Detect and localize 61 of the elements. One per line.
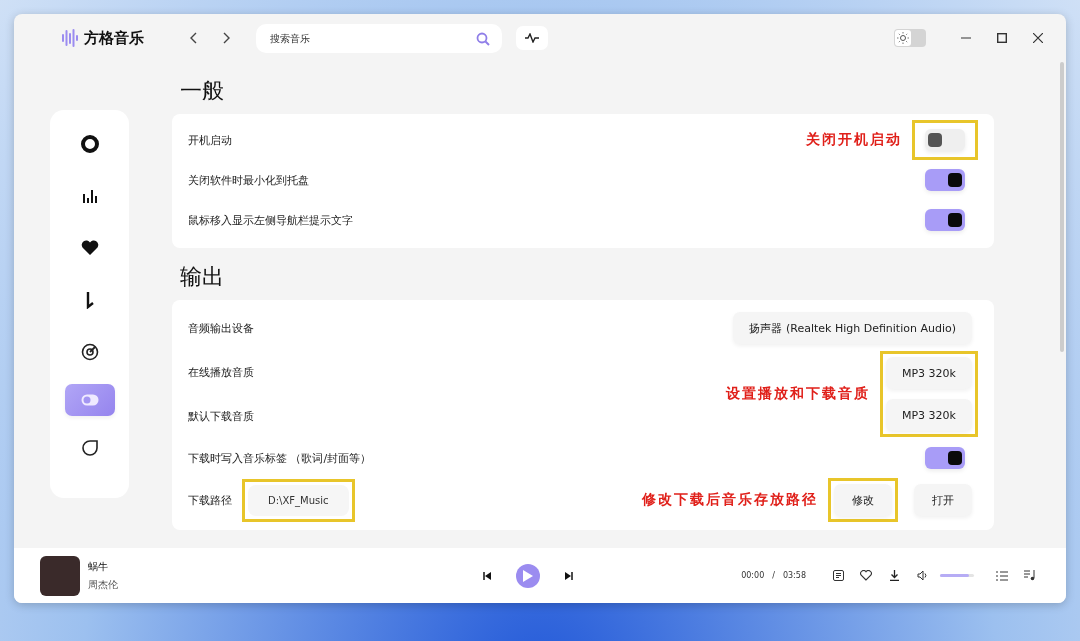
volume-slider[interactable] — [940, 574, 974, 577]
action-button[interactable]: 修改 — [834, 484, 892, 516]
toggle-icon — [80, 394, 99, 406]
dropdown-button[interactable]: 扬声器 (Realtek High Definition Audio) — [733, 312, 972, 344]
setting-label: 鼠标移入显示左侧导航栏提示文字 — [188, 212, 354, 228]
path-field[interactable]: D:\XF_Music — [248, 484, 349, 516]
speaker-icon — [916, 570, 928, 581]
annotation-text: 修改下载后音乐存放路径 — [642, 491, 818, 509]
setting-label: 下载路径 — [188, 492, 232, 508]
dropdown-button[interactable]: MP3 320k — [886, 399, 972, 431]
elapsed-time: 00:00 — [741, 571, 765, 580]
setting-label: 开机启动 — [188, 132, 233, 148]
pulse-icon — [525, 33, 539, 43]
music-list-icon — [1024, 570, 1036, 581]
heart-outline-icon — [860, 570, 872, 581]
list-icon — [996, 570, 1008, 581]
previous-icon — [483, 571, 491, 580]
pulse-button[interactable] — [516, 26, 548, 50]
action-button[interactable]: 打开 — [914, 484, 972, 516]
album-art-placeholder — [40, 555, 80, 596]
chevron-right-icon — [223, 32, 231, 44]
play-button[interactable] — [516, 563, 540, 588]
gauge-icon — [80, 343, 99, 361]
sound-wave-logo-icon — [62, 29, 78, 47]
play-icon — [523, 569, 533, 582]
scrollbar[interactable] — [1060, 62, 1064, 352]
next-icon — [565, 571, 573, 580]
download-icon — [888, 570, 900, 581]
annotation-text: 关闭开机启动 — [806, 131, 902, 149]
bar-chart-icon — [81, 188, 98, 204]
lyrics-icon — [832, 570, 844, 581]
toggle-switch[interactable] — [925, 169, 965, 191]
dropdown-button[interactable]: MP3 320k — [886, 357, 972, 389]
search-icon — [476, 31, 490, 46]
time-separator: / — [772, 571, 775, 580]
theme-toggle[interactable] — [894, 29, 926, 47]
section-title: 输出 — [180, 263, 225, 291]
search-field[interactable]: 搜索音乐 — [256, 23, 502, 53]
toggle-switch[interactable] — [925, 209, 965, 231]
chevron-left-icon — [189, 32, 197, 44]
setting-label: 下载时写入音乐标签 （歌词/封面等） — [188, 450, 373, 466]
annotation-text: 设置播放和下载音质 — [726, 385, 870, 403]
artist-name: 周杰伦 — [88, 577, 118, 592]
maximize-icon — [997, 33, 1007, 43]
setting-label: 音频输出设备 — [188, 320, 255, 336]
app-name: 方格音乐 — [84, 28, 144, 48]
duration-time: 03:58 — [782, 571, 806, 580]
section-title: 一般 — [180, 77, 225, 105]
heart-icon — [80, 240, 99, 256]
disc-icon — [80, 135, 99, 153]
toggle-switch[interactable] — [925, 129, 965, 151]
setting-label: 在线播放音质 — [188, 364, 255, 380]
setting-label: 关闭软件时最小化到托盘 — [188, 172, 310, 188]
note-icon — [84, 291, 95, 309]
setting-label: 默认下载音质 — [188, 408, 255, 424]
leaf-icon — [80, 439, 99, 457]
minimize-icon — [961, 37, 971, 39]
close-icon — [1033, 33, 1043, 43]
sun-icon — [897, 32, 909, 44]
song-title: 蜗牛 — [88, 559, 109, 574]
toggle-switch[interactable] — [925, 447, 965, 469]
